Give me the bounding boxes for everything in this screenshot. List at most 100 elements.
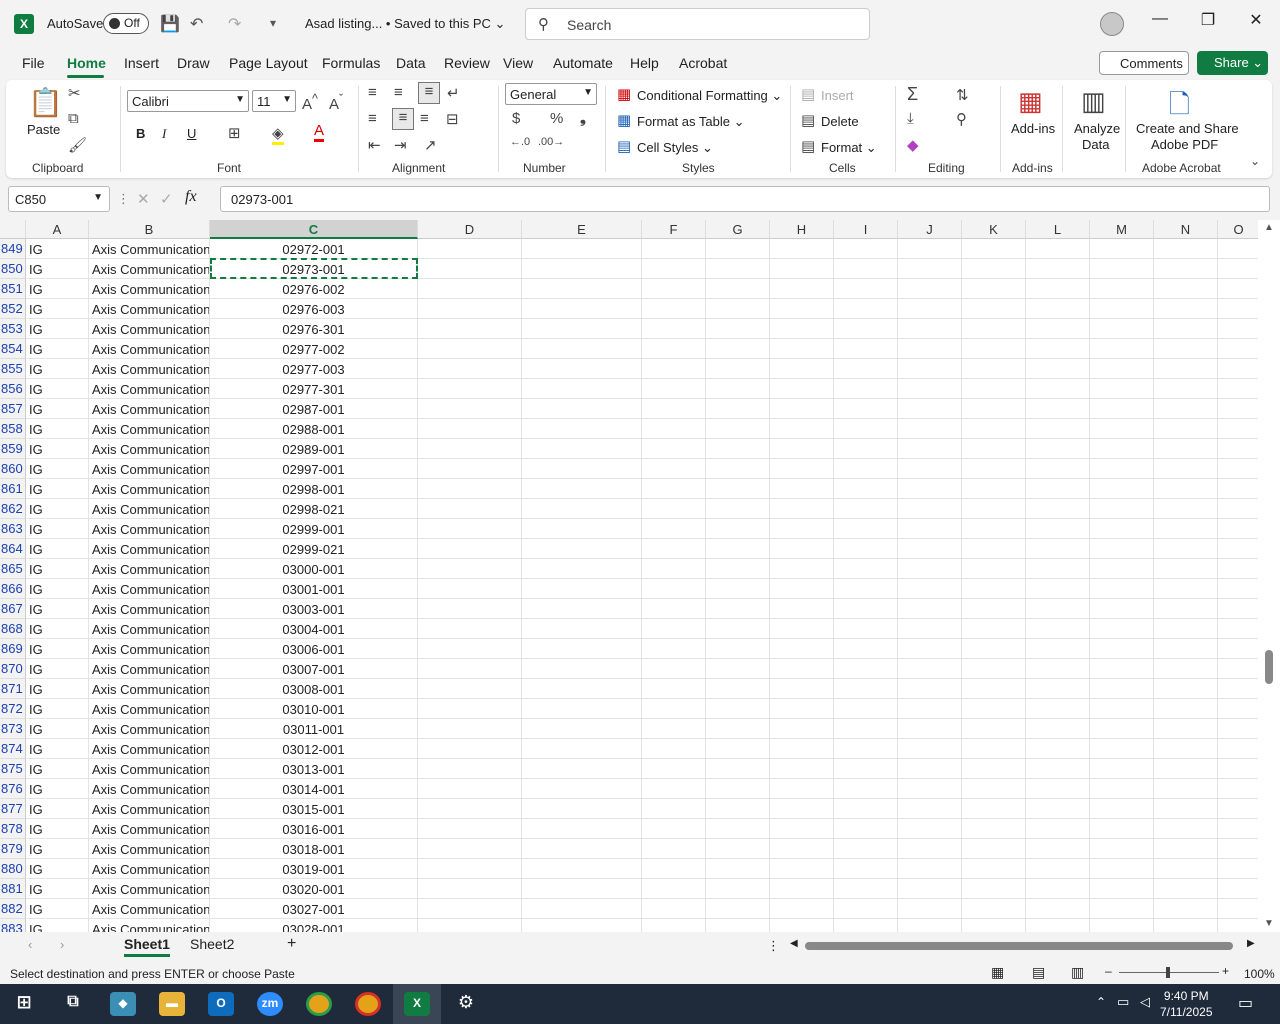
show-hidden-icons-icon[interactable]: ⌃ <box>1096 995 1106 1009</box>
prev-sheet-icon[interactable]: ‹ <box>28 937 32 952</box>
cell-empty[interactable] <box>418 759 522 779</box>
cell-empty[interactable] <box>522 579 642 599</box>
cell-empty[interactable] <box>418 539 522 559</box>
column-header-c[interactable]: C <box>210 220 418 239</box>
cell-empty[interactable] <box>962 739 1026 759</box>
cell-a[interactable]: IG <box>26 299 89 319</box>
cell-empty[interactable] <box>962 919 1026 932</box>
cell-empty[interactable] <box>1090 359 1154 379</box>
cell-empty[interactable] <box>418 859 522 879</box>
cell-c[interactable]: 02972-001 <box>210 239 418 259</box>
tab-formulas[interactable]: Formulas <box>322 55 380 71</box>
cell-empty[interactable] <box>418 879 522 899</box>
cell-empty[interactable] <box>1218 759 1260 779</box>
cell-empty[interactable] <box>642 739 706 759</box>
row-header[interactable]: 859 <box>0 439 26 459</box>
cell-empty[interactable] <box>1090 639 1154 659</box>
italic-icon[interactable]: I <box>162 126 166 142</box>
cell-c[interactable]: 03004-001 <box>210 619 418 639</box>
bold-icon[interactable]: B <box>136 126 145 141</box>
cell-c[interactable]: 02988-001 <box>210 419 418 439</box>
cell-empty[interactable] <box>770 439 834 459</box>
align-right-icon[interactable]: ≡ <box>420 110 429 127</box>
cell-empty[interactable] <box>962 759 1026 779</box>
cell-empty[interactable] <box>1090 779 1154 799</box>
cell-empty[interactable] <box>834 299 898 319</box>
cell-c[interactable]: 02977-003 <box>210 359 418 379</box>
row-header[interactable]: 871 <box>0 679 26 699</box>
cell-empty[interactable] <box>706 299 770 319</box>
cell-empty[interactable] <box>1218 739 1260 759</box>
cell-empty[interactable] <box>898 519 962 539</box>
cell-empty[interactable] <box>962 499 1026 519</box>
cell-empty[interactable] <box>834 399 898 419</box>
cell-empty[interactable] <box>706 679 770 699</box>
cell-empty[interactable] <box>1090 919 1154 932</box>
cell-empty[interactable] <box>1154 819 1218 839</box>
cell-empty[interactable] <box>1218 239 1260 259</box>
cell-empty[interactable] <box>1154 659 1218 679</box>
cell-a[interactable]: IG <box>26 539 89 559</box>
cell-empty[interactable] <box>1026 499 1090 519</box>
cell-empty[interactable] <box>522 639 642 659</box>
cell-empty[interactable] <box>898 359 962 379</box>
cell-empty[interactable] <box>1154 259 1218 279</box>
cell-b[interactable]: Axis Communications <box>89 719 210 739</box>
cell-empty[interactable] <box>706 819 770 839</box>
column-header-f[interactable]: F <box>642 220 706 239</box>
cell-b[interactable]: Axis Communications <box>89 839 210 859</box>
cell-empty[interactable] <box>1090 579 1154 599</box>
cell-empty[interactable] <box>522 919 642 932</box>
cell-empty[interactable] <box>770 519 834 539</box>
cell-empty[interactable] <box>1218 539 1260 559</box>
cell-empty[interactable] <box>418 899 522 919</box>
cell-empty[interactable] <box>522 719 642 739</box>
cell-empty[interactable] <box>1218 419 1260 439</box>
cell-c[interactable]: 02999-021 <box>210 539 418 559</box>
cell-empty[interactable] <box>418 339 522 359</box>
increase-indent-icon[interactable]: ⇥ <box>394 136 407 154</box>
cell-empty[interactable] <box>1154 919 1218 932</box>
cell-empty[interactable] <box>962 779 1026 799</box>
cell-empty[interactable] <box>834 819 898 839</box>
cell-a[interactable]: IG <box>26 399 89 419</box>
cell-empty[interactable] <box>834 779 898 799</box>
cell-empty[interactable] <box>1090 519 1154 539</box>
cell-empty[interactable] <box>522 339 642 359</box>
conditional-formatting-button[interactable]: Conditional Formatting ⌄ <box>637 88 782 104</box>
notifications-icon[interactable]: ▭ <box>1238 993 1253 1013</box>
cell-empty[interactable] <box>706 439 770 459</box>
cell-empty[interactable] <box>1026 919 1090 932</box>
zoom-out-icon[interactable]: – <box>1105 964 1112 978</box>
cell-c[interactable]: 03019-001 <box>210 859 418 879</box>
cell-empty[interactable] <box>1026 899 1090 919</box>
cell-empty[interactable] <box>522 239 642 259</box>
cell-empty[interactable] <box>770 659 834 679</box>
cell-a[interactable]: IG <box>26 899 89 919</box>
cell-a[interactable]: IG <box>26 239 89 259</box>
cell-b[interactable]: Axis Communications <box>89 479 210 499</box>
row-header[interactable]: 872 <box>0 699 26 719</box>
row-header[interactable]: 866 <box>0 579 26 599</box>
cell-a[interactable]: IG <box>26 619 89 639</box>
cell-empty[interactable] <box>418 719 522 739</box>
cell-c[interactable]: 02987-001 <box>210 399 418 419</box>
row-header[interactable]: 874 <box>0 739 26 759</box>
cell-empty[interactable] <box>642 619 706 639</box>
tab-data[interactable]: Data <box>396 55 426 71</box>
tab-draw[interactable]: Draw <box>177 55 210 71</box>
cell-empty[interactable] <box>1026 619 1090 639</box>
cell-empty[interactable] <box>770 499 834 519</box>
cell-b[interactable]: Axis Communications <box>89 339 210 359</box>
cell-c[interactable]: 03012-001 <box>210 739 418 759</box>
cell-empty[interactable] <box>898 479 962 499</box>
cell-empty[interactable] <box>1218 279 1260 299</box>
row-header[interactable]: 879 <box>0 839 26 859</box>
cell-b[interactable]: Axis Communications <box>89 699 210 719</box>
cell-empty[interactable] <box>1090 859 1154 879</box>
cell-empty[interactable] <box>706 279 770 299</box>
cell-empty[interactable] <box>962 299 1026 319</box>
cell-empty[interactable] <box>770 599 834 619</box>
cell-b[interactable]: Axis Communications <box>89 319 210 339</box>
cell-empty[interactable] <box>418 819 522 839</box>
